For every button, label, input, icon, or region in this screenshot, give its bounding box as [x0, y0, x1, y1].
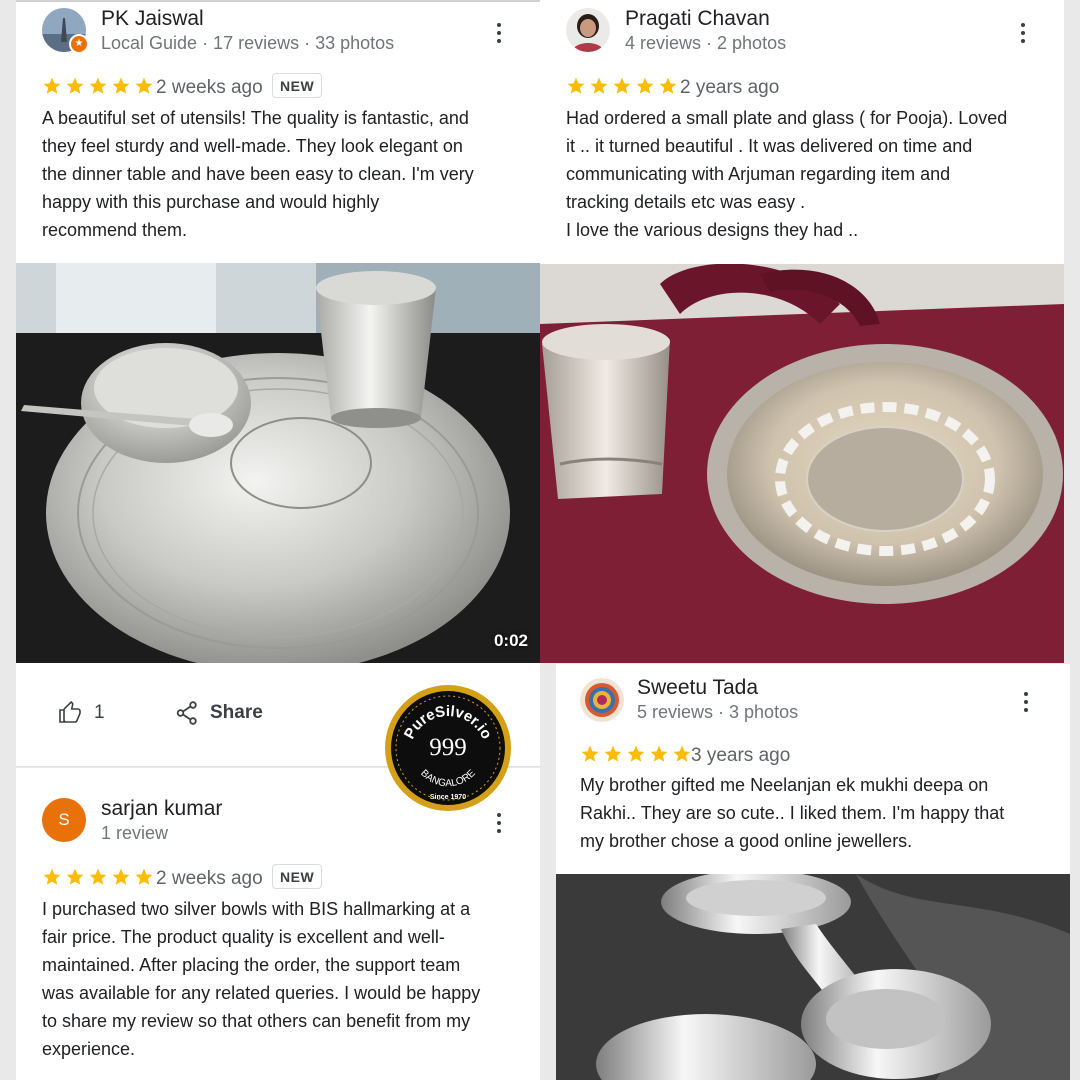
share-icon: [176, 701, 197, 725]
new-badge: NEW: [272, 73, 323, 98]
like-button[interactable]: 1: [58, 701, 105, 725]
seal-purity: 999: [429, 734, 467, 761]
star-icon: [135, 868, 153, 885]
review-time: 2 weeks ago: [156, 77, 263, 98]
reviewer-meta: 5 reviews · 3 photos: [637, 702, 799, 722]
local-guide-badge-icon: ★: [69, 34, 89, 54]
star-icon: [604, 745, 622, 762]
seal-since: Since 1970: [430, 794, 466, 801]
card-top-border: [16, 0, 540, 2]
avatar-letter: S: [58, 810, 70, 829]
thumbs-up-icon: [59, 701, 81, 723]
star-icon: [135, 77, 153, 94]
review-video-thali-set[interactable]: 0:02: [16, 263, 540, 663]
star-icon: [590, 77, 608, 94]
star-rating: [580, 744, 692, 764]
star-icon: [673, 745, 691, 762]
star-rating: [42, 76, 154, 96]
star-icon: [627, 745, 645, 762]
puresilver-seal: PureSilver.io 999 BANGALORE Since 1970: [384, 684, 512, 812]
share-label: Share: [210, 702, 263, 723]
star-icon: [112, 868, 130, 885]
reviewer-avatar[interactable]: [580, 678, 624, 722]
review-card-pragati-chavan: Pragati Chavan 4 reviews · 2 photos 2 ye…: [540, 0, 1064, 264]
kebab-menu-icon[interactable]: [1013, 21, 1033, 45]
thali-photo: [16, 263, 540, 663]
star-icon: [89, 77, 107, 94]
star-rating: [42, 867, 154, 887]
review-text: My brother gifted me Neelanjan ek mukhi …: [580, 775, 1005, 851]
review-text: I purchased two silver bowls with BIS ha…: [42, 899, 481, 1059]
star-rating: [566, 76, 678, 96]
star-icon: [43, 868, 61, 885]
review-time: 3 years ago: [691, 745, 791, 766]
review-photo-deepa[interactable]: [556, 874, 1070, 1080]
new-badge: NEW: [272, 864, 323, 889]
glass-plate-photo: [540, 264, 1064, 663]
star-icon: [613, 77, 631, 94]
star-icon: [66, 868, 84, 885]
review-text: Had ordered a small plate and glass ( fo…: [566, 108, 1008, 240]
star-icon: [567, 77, 585, 94]
video-duration: 0:02: [493, 631, 528, 650]
star-icon: [112, 77, 130, 94]
reviewer-name[interactable]: Sweetu Tada: [637, 676, 758, 700]
reviewer-meta: Local Guide · 17 reviews · 33 photos: [101, 33, 395, 53]
review-card-sweetu-tada: Sweetu Tada 5 reviews · 3 photos 3 years…: [556, 664, 1070, 874]
review-time: 2 weeks ago: [156, 868, 263, 889]
star-icon: [581, 745, 599, 762]
review-photo-glass-plate[interactable]: [540, 264, 1064, 663]
star-icon: [659, 77, 677, 94]
reviewer-meta: 1 review: [101, 823, 169, 843]
seal-graphic: PureSilver.io 999 BANGALORE Since 1970: [385, 685, 511, 811]
star-icon: [636, 77, 654, 94]
kebab-menu-icon[interactable]: [489, 21, 509, 45]
reviewer-meta: 4 reviews · 2 photos: [625, 33, 787, 53]
kebab-menu-icon[interactable]: [1016, 690, 1036, 714]
like-count: 1: [94, 702, 105, 723]
review-time: 2 years ago: [680, 77, 780, 98]
reviewer-name[interactable]: sarjan kumar: [101, 797, 222, 821]
review-card-sarjan-kumar: S sarjan kumar 1 review 2 weeks ago NEW …: [16, 768, 540, 1080]
star-icon: [66, 77, 84, 94]
review-card-pk-jaiswal: ★ PK Jaiswal Local Guide · 17 reviews · …: [16, 0, 540, 263]
deepa-photo: [556, 874, 1070, 1080]
kebab-menu-icon[interactable]: [489, 811, 509, 835]
star-icon: [650, 745, 668, 762]
reviewer-name[interactable]: Pragati Chavan: [625, 7, 770, 31]
reviewer-name[interactable]: PK Jaiswal: [101, 7, 204, 31]
share-button[interactable]: Share: [176, 701, 263, 725]
review-text: A beautiful set of utensils! The quality…: [42, 108, 474, 240]
star-icon: [89, 868, 107, 885]
reviewer-avatar[interactable]: [566, 8, 610, 52]
star-icon: [43, 77, 61, 94]
reviewer-avatar[interactable]: S: [42, 798, 86, 842]
